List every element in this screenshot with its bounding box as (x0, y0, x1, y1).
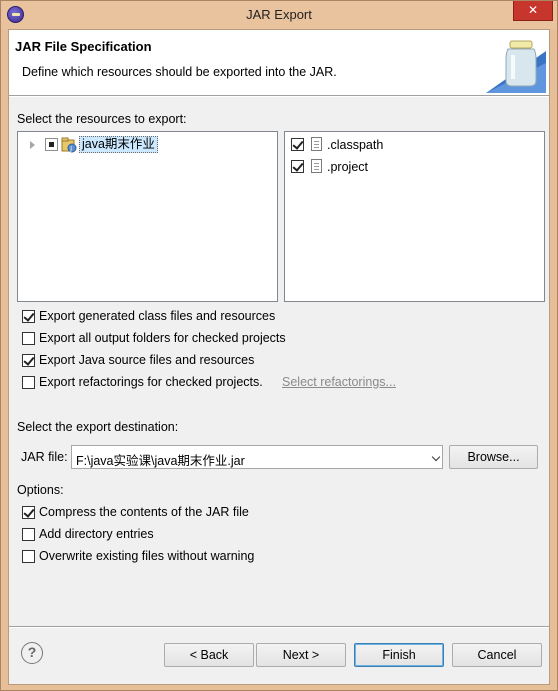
option-label: Export all output folders for checked pr… (39, 331, 286, 345)
expand-arrow-icon[interactable] (30, 141, 35, 149)
jar-icon (486, 40, 546, 93)
jar-file-value[interactable]: F:\java实验课\java期末作业.jar (76, 450, 245, 469)
option-label: Add directory entries (39, 527, 154, 541)
option-directory-entries[interactable]: Add directory entries (22, 527, 372, 545)
option-label: Export refactorings for checked projects… (39, 375, 263, 389)
file-list[interactable]: .classpath .project (284, 131, 545, 302)
next-button[interactable]: Next > (256, 643, 346, 667)
options-label: Options: (17, 483, 64, 497)
jar-file-combo[interactable]: F:\java实验课\java期末作业.jar (71, 445, 443, 469)
back-button[interactable]: < Back (164, 643, 254, 667)
directory-entries-checkbox[interactable] (22, 528, 35, 541)
file-label: .project (327, 160, 368, 174)
option-export-output-folders[interactable]: Export all output folders for checked pr… (22, 331, 422, 349)
page-description: Define which resources should be exporte… (22, 65, 337, 79)
project-tree[interactable]: J java期末作业 (17, 131, 278, 302)
compress-checkbox[interactable] (22, 506, 35, 519)
option-export-source-files[interactable]: Export Java source files and resources (22, 353, 422, 371)
jar-export-window: JAR Export ✕ JAR File Specification Defi… (0, 0, 558, 691)
export-output-folders-checkbox[interactable] (22, 332, 35, 345)
overwrite-checkbox[interactable] (22, 550, 35, 563)
option-compress[interactable]: Compress the contents of the JAR file (22, 505, 372, 523)
dialog-client-area: JAR File Specification Define which reso… (8, 29, 550, 685)
tree-item-label[interactable]: java期末作业 (79, 136, 158, 153)
window-title: JAR Export (246, 7, 312, 22)
file-item-project[interactable]: .project (289, 158, 539, 176)
export-refactorings-checkbox[interactable] (22, 376, 35, 389)
option-label: Compress the contents of the JAR file (39, 505, 249, 519)
page-title: JAR File Specification (15, 39, 152, 54)
classpath-checkbox[interactable] (291, 138, 304, 151)
file-label: .classpath (327, 138, 384, 152)
help-icon[interactable]: ? (21, 642, 43, 664)
project-checkbox[interactable] (291, 160, 304, 173)
jar-file-label: JAR file: (21, 450, 68, 464)
browse-button[interactable]: Browse... (449, 445, 538, 469)
resources-label: Select the resources to export: (17, 112, 187, 126)
wizard-header: JAR File Specification Define which reso… (9, 30, 549, 96)
header-separator (9, 96, 549, 97)
partial-checkbox[interactable] (45, 138, 58, 151)
option-export-class-files[interactable]: Export generated class files and resourc… (22, 309, 422, 327)
cancel-button[interactable]: Cancel (452, 643, 542, 667)
option-export-refactorings[interactable]: Export refactorings for checked projects… (22, 375, 277, 393)
java-project-icon: J (61, 137, 77, 153)
file-icon (311, 159, 322, 173)
option-label: Overwrite existing files without warning (39, 549, 255, 563)
title-bar[interactable]: JAR Export ✕ (1, 1, 557, 29)
file-item-classpath[interactable]: .classpath (289, 136, 539, 154)
file-icon (311, 137, 322, 151)
tree-item-project[interactable]: J java期末作业 (22, 136, 272, 154)
export-class-files-checkbox[interactable] (22, 310, 35, 323)
chevron-down-icon[interactable] (431, 452, 441, 462)
select-refactorings-link[interactable]: Select refactorings... (282, 375, 396, 389)
option-label: Export generated class files and resourc… (39, 309, 276, 323)
button-bar-separator-highlight (9, 627, 549, 628)
close-button[interactable]: ✕ (513, 1, 553, 21)
finish-button[interactable]: Finish (354, 643, 444, 667)
option-overwrite[interactable]: Overwrite existing files without warning (22, 549, 372, 567)
svg-text:J: J (69, 146, 72, 153)
export-source-files-checkbox[interactable] (22, 354, 35, 367)
option-label: Export Java source files and resources (39, 353, 255, 367)
destination-label: Select the export destination: (17, 420, 179, 434)
